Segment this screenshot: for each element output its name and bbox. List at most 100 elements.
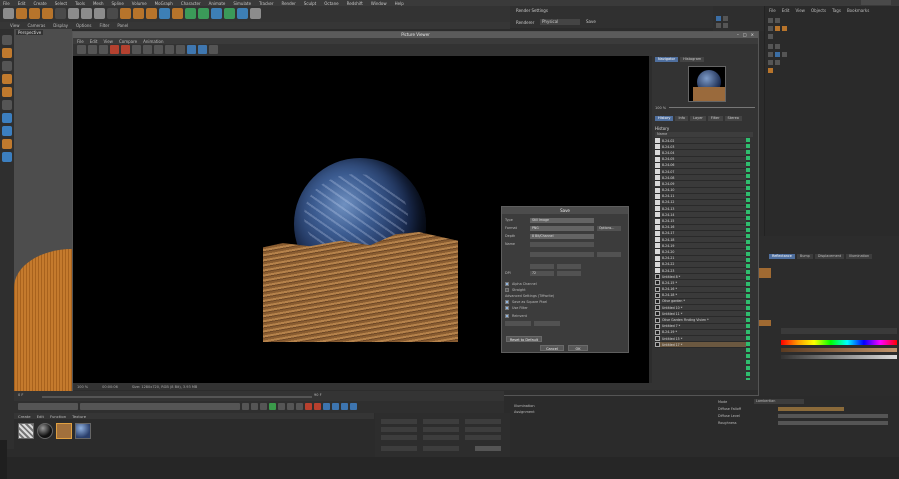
vp-menu-options[interactable]: Options xyxy=(76,23,91,28)
om-menu-edit[interactable]: Edit xyxy=(782,8,790,13)
tab-displacement[interactable]: Displacement xyxy=(814,254,845,259)
alpha-checkbox[interactable] xyxy=(505,282,509,286)
size-z-field[interactable] xyxy=(423,435,459,440)
z-axis-icon[interactable] xyxy=(94,8,105,19)
select-tool-icon[interactable] xyxy=(55,8,66,19)
record-icon[interactable] xyxy=(305,403,312,410)
size-mode-dropdown[interactable] xyxy=(423,446,459,451)
minimize-icon[interactable]: – xyxy=(737,33,739,37)
mat-menu-edit[interactable]: Edit xyxy=(37,414,44,419)
viewport[interactable]: Perspective xyxy=(14,29,72,391)
move-tool-icon[interactable] xyxy=(16,8,27,19)
points-mode-icon[interactable] xyxy=(2,74,12,84)
tab-filter[interactable]: Filter xyxy=(707,116,723,121)
prev-frame-icon[interactable] xyxy=(260,403,267,410)
render-view-icon[interactable] xyxy=(120,8,131,19)
y-axis-icon[interactable] xyxy=(81,8,92,19)
tab-info[interactable]: Info xyxy=(675,116,689,121)
straight-checkbox[interactable] xyxy=(505,288,509,292)
om-menu-file[interactable]: File xyxy=(769,8,776,13)
last-frame-icon[interactable] xyxy=(296,403,303,410)
soft-select-icon[interactable] xyxy=(2,152,12,162)
tab-reflectance[interactable]: Reflectance xyxy=(769,254,795,259)
color-picker-icons[interactable] xyxy=(781,328,897,334)
om-menu-objects[interactable]: Objects xyxy=(811,8,826,13)
pv-menu-file[interactable]: File xyxy=(77,39,84,44)
rotation-key-icon[interactable] xyxy=(341,403,348,410)
cube-icon[interactable] xyxy=(159,8,170,19)
tab-stereo[interactable]: Stereo xyxy=(724,116,742,121)
axis-mode-icon[interactable] xyxy=(2,126,12,136)
material-swatch[interactable] xyxy=(75,423,91,439)
vp-menu-filter[interactable]: Filter xyxy=(99,23,109,28)
reset-default-button[interactable]: Reset to Default xyxy=(506,336,542,342)
tab-history[interactable]: History xyxy=(655,116,674,121)
snap-icon[interactable] xyxy=(2,113,12,123)
channel-a-icon[interactable] xyxy=(176,45,185,54)
save-as-checkbox[interactable] xyxy=(505,300,509,304)
deformer-icon[interactable] xyxy=(211,8,222,19)
maximize-icon[interactable]: □ xyxy=(743,33,747,37)
next-frame-icon[interactable] xyxy=(278,403,285,410)
tab-bump[interactable]: Bump xyxy=(796,254,813,259)
compare-a-icon[interactable] xyxy=(187,45,196,54)
width-field[interactable] xyxy=(505,320,531,326)
channel-b-icon[interactable] xyxy=(165,45,174,54)
vp-menu-view[interactable]: View xyxy=(10,23,20,28)
mat-menu-texture[interactable]: Texture xyxy=(72,414,86,419)
vp-menu-panel[interactable]: Panel xyxy=(117,23,128,28)
pv-menu-edit[interactable]: Edit xyxy=(90,39,98,44)
camera-icon[interactable] xyxy=(237,8,248,19)
pen-icon[interactable] xyxy=(172,8,183,19)
diffuse-level-slider[interactable] xyxy=(778,414,888,418)
pv-menu-view[interactable]: View xyxy=(103,39,113,44)
saturation-slider[interactable] xyxy=(781,348,897,352)
material-swatch[interactable] xyxy=(56,423,72,439)
menu-render[interactable]: Render xyxy=(281,1,295,6)
dpi-field[interactable]: 72 xyxy=(530,270,554,276)
frame-range-slider[interactable] xyxy=(80,403,240,410)
zoom-status[interactable]: 100 % xyxy=(77,385,88,389)
menu-file[interactable]: File xyxy=(3,1,10,6)
tab-illumination[interactable]: Illumination xyxy=(846,254,873,259)
from-field[interactable] xyxy=(530,263,554,269)
scale-tool-icon[interactable] xyxy=(29,8,40,19)
cancel-button[interactable]: Cancel xyxy=(540,345,564,351)
object-row[interactable] xyxy=(768,26,787,31)
x-axis-icon[interactable] xyxy=(68,8,79,19)
subdivision-icon[interactable] xyxy=(185,8,196,19)
diffuse-falloff-slider[interactable] xyxy=(778,407,844,411)
cloner-icon[interactable] xyxy=(198,8,209,19)
model-mode-icon[interactable] xyxy=(2,35,12,45)
prev-key-icon[interactable] xyxy=(251,403,258,410)
size-y-field[interactable] xyxy=(423,427,459,432)
object-row[interactable] xyxy=(768,34,773,39)
type-dropdown[interactable]: Still Image xyxy=(530,217,594,223)
workplane-icon[interactable] xyxy=(2,61,12,71)
vp-menu-cameras[interactable]: Cameras xyxy=(28,23,46,28)
tab-histogram[interactable]: Histogram xyxy=(680,57,705,62)
menu-mograph[interactable]: MoGraph xyxy=(155,1,173,6)
menu-create[interactable]: Create xyxy=(33,1,46,6)
copy-icon[interactable] xyxy=(99,45,108,54)
name-field[interactable] xyxy=(530,241,594,247)
object-row[interactable] xyxy=(716,23,728,28)
floor-icon[interactable] xyxy=(224,8,235,19)
timeline-track[interactable] xyxy=(42,396,312,398)
navigator-thumbnail[interactable] xyxy=(688,66,726,102)
render-icon[interactable] xyxy=(110,45,119,54)
object-row[interactable] xyxy=(768,60,780,65)
use-filter-checkbox[interactable] xyxy=(505,306,509,310)
pos-x-field[interactable] xyxy=(381,419,417,424)
menu-tracker[interactable]: Tracker xyxy=(259,1,273,6)
rot-p-field[interactable] xyxy=(465,427,501,432)
fullscreen-icon[interactable] xyxy=(209,45,218,54)
texture-mode-icon[interactable] xyxy=(2,48,12,58)
render-pv-icon[interactable] xyxy=(133,8,144,19)
object-row[interactable] xyxy=(768,18,780,23)
scale-key-icon[interactable] xyxy=(350,403,357,410)
renderer-dropdown[interactable]: Physical xyxy=(540,19,580,25)
menu-sculpt[interactable]: Sculpt xyxy=(304,1,317,6)
pos-z-field[interactable] xyxy=(381,435,417,440)
edges-mode-icon[interactable] xyxy=(2,87,12,97)
